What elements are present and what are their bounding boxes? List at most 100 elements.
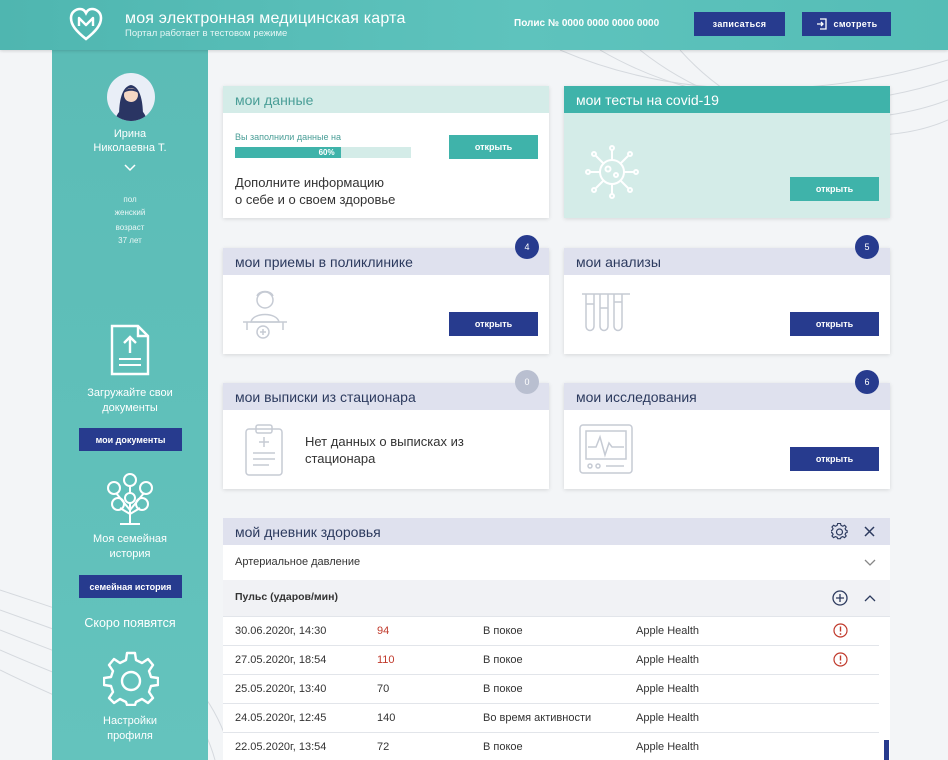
row-date: 27.05.2020г, 18:54 xyxy=(235,654,327,666)
analyses-count-badge: 5 xyxy=(855,235,879,259)
table-row[interactable]: 24.05.2020г, 12:45 140 Во время активнос… xyxy=(223,704,879,733)
clinic-open-button[interactable]: открыть xyxy=(449,312,538,336)
chevron-up-icon[interactable] xyxy=(864,594,876,602)
table-row[interactable]: 30.06.2020г, 14:30 94 В покое Apple Heal… xyxy=(223,617,879,646)
hospital-count-badge: 0 xyxy=(515,370,539,394)
chevron-down-icon[interactable] xyxy=(123,163,137,173)
docs-text-line2: документы xyxy=(102,402,158,414)
hospital-empty-text: Нет данных о выписках из стационара xyxy=(305,433,464,467)
gender-label: пол xyxy=(123,195,137,204)
research-open-label: открыть xyxy=(815,454,854,464)
family-tree-icon xyxy=(107,473,153,525)
analyses-title: мои анализы xyxy=(564,248,890,275)
my-documents-label: мои документы xyxy=(95,434,166,445)
analyses-open-label: открыть xyxy=(815,319,854,329)
covid-tests-title: мои тесты на covid-19 xyxy=(564,86,890,113)
covid-open-label: открыть xyxy=(815,184,854,194)
settings-text[interactable]: Настройки профиля xyxy=(52,714,208,744)
docs-text: Загружайте свои документы xyxy=(52,386,208,416)
view-button[interactable]: смотреть xyxy=(802,12,891,36)
alert-icon[interactable] xyxy=(833,652,848,667)
monitor-icon xyxy=(579,424,633,474)
research-card: мои исследования открыть xyxy=(564,383,890,489)
health-diary-header: мой дневник здоровья xyxy=(223,518,890,545)
my-documents-button[interactable]: мои документы xyxy=(79,428,182,451)
pulse-label: Пульс (ударов/мин) xyxy=(235,591,338,603)
sidebar: Ирина Николаевна Т. пол женский возраст … xyxy=(52,50,208,760)
gear-icon[interactable] xyxy=(831,523,848,540)
add-circle-icon[interactable] xyxy=(832,590,848,606)
user-patronymic: Николаевна Т. xyxy=(93,142,167,154)
row-date: 22.05.2020г, 13:54 xyxy=(235,741,327,753)
row-value: 140 xyxy=(377,712,396,724)
table-row[interactable]: 22.05.2020г, 13:54 72 В покое Apple Heal… xyxy=(223,733,879,760)
docs-text-line1: Загружайте свои xyxy=(87,387,173,399)
row-value: 94 xyxy=(377,625,390,637)
view-label: смотреть xyxy=(833,19,878,29)
row-value: 72 xyxy=(377,741,390,753)
signup-button[interactable]: записаться xyxy=(694,12,785,36)
row-date: 30.06.2020г, 14:30 xyxy=(235,625,327,637)
family-history-button[interactable]: семейная история xyxy=(79,575,182,598)
family-text-line1: Моя семейная xyxy=(92,533,167,545)
app-title: моя электронная медицинская карта xyxy=(125,10,406,27)
my-data-card: мои данные Вы заполнили данные на 60% от… xyxy=(223,86,549,218)
row-state: В покое xyxy=(483,625,523,637)
row-state: Во время активности xyxy=(483,712,592,724)
age-label: возраст xyxy=(115,223,145,232)
pulse-section[interactable]: Пульс (ударов/мин) xyxy=(223,580,890,617)
row-source: Apple Health xyxy=(636,625,699,637)
covid-tests-card: мои тесты на covid-19 открыть xyxy=(564,86,890,218)
family-history-label: семейная история xyxy=(89,581,172,592)
research-open-button[interactable]: открыть xyxy=(790,447,879,471)
analyses-open-button[interactable]: открыть xyxy=(790,312,879,336)
row-value: 70 xyxy=(377,683,390,695)
scrollbar-thumb[interactable] xyxy=(884,740,889,760)
progress-label: Вы заполнили данные на xyxy=(235,132,341,142)
app-subtitle: Портал работает в тестовом режиме xyxy=(125,28,288,39)
my-data-open-label: открыть xyxy=(474,142,513,152)
doctor-icon xyxy=(243,290,287,339)
document-upload-icon xyxy=(110,324,150,376)
age-value: 37 лет xyxy=(118,236,142,245)
row-date: 25.05.2020г, 13:40 xyxy=(235,683,327,695)
table-scrollbar[interactable] xyxy=(879,617,890,760)
my-data-open-button[interactable]: открыть xyxy=(449,135,538,159)
chevron-down-icon[interactable] xyxy=(864,559,876,567)
table-row[interactable]: 27.05.2020г, 18:54 110 В покое Apple Hea… xyxy=(223,646,879,675)
family-text: Моя семейная история xyxy=(52,532,208,562)
my-data-text: Дополните информацию о себе и о своем зд… xyxy=(235,174,395,208)
row-date: 24.05.2020г, 12:45 xyxy=(235,712,327,724)
row-source: Apple Health xyxy=(636,712,699,724)
row-state: В покое xyxy=(483,741,523,753)
gear-icon[interactable] xyxy=(103,650,159,706)
covid-open-button[interactable]: открыть xyxy=(790,177,879,201)
blood-pressure-section[interactable]: Артериальное давление xyxy=(223,545,890,582)
blood-pressure-label: Артериальное давление xyxy=(235,556,361,568)
pulse-table: 30.06.2020г, 14:30 94 В покое Apple Heal… xyxy=(223,617,879,760)
row-source: Apple Health xyxy=(636,683,699,695)
user-avatar-icon xyxy=(115,85,147,121)
avatar[interactable] xyxy=(107,73,155,121)
row-state: В покое xyxy=(483,683,523,695)
row-source: Apple Health xyxy=(636,654,699,666)
clinic-visits-card: мои приемы в поликлинике открыть xyxy=(223,248,549,354)
row-source: Apple Health xyxy=(636,741,699,753)
table-row[interactable]: 25.05.2020г, 13:40 70 В покое Apple Heal… xyxy=(223,675,879,704)
clinic-visits-title: мои приемы в поликлинике xyxy=(223,248,549,275)
health-diary-title: мой дневник здоровья xyxy=(235,524,381,540)
heart-logo-icon[interactable] xyxy=(68,6,104,42)
close-icon[interactable] xyxy=(864,526,875,537)
hospital-discharges-title: мои выписки из стационара xyxy=(223,383,549,410)
clipboard-icon xyxy=(245,424,283,476)
polis-number: Полис № 0000 0000 0000 0000 xyxy=(514,18,660,29)
analyses-card: мои анализы открыть xyxy=(564,248,890,354)
my-data-title: мои данные xyxy=(223,86,549,113)
alert-icon[interactable] xyxy=(833,623,848,638)
coming-soon-text: Скоро появятся xyxy=(84,616,176,630)
clinic-open-label: открыть xyxy=(474,319,513,329)
progress-fill: 60% xyxy=(235,147,341,158)
family-text-line2: история xyxy=(109,548,151,560)
test-tubes-icon xyxy=(582,293,630,332)
research-title: мои исследования xyxy=(564,383,890,410)
